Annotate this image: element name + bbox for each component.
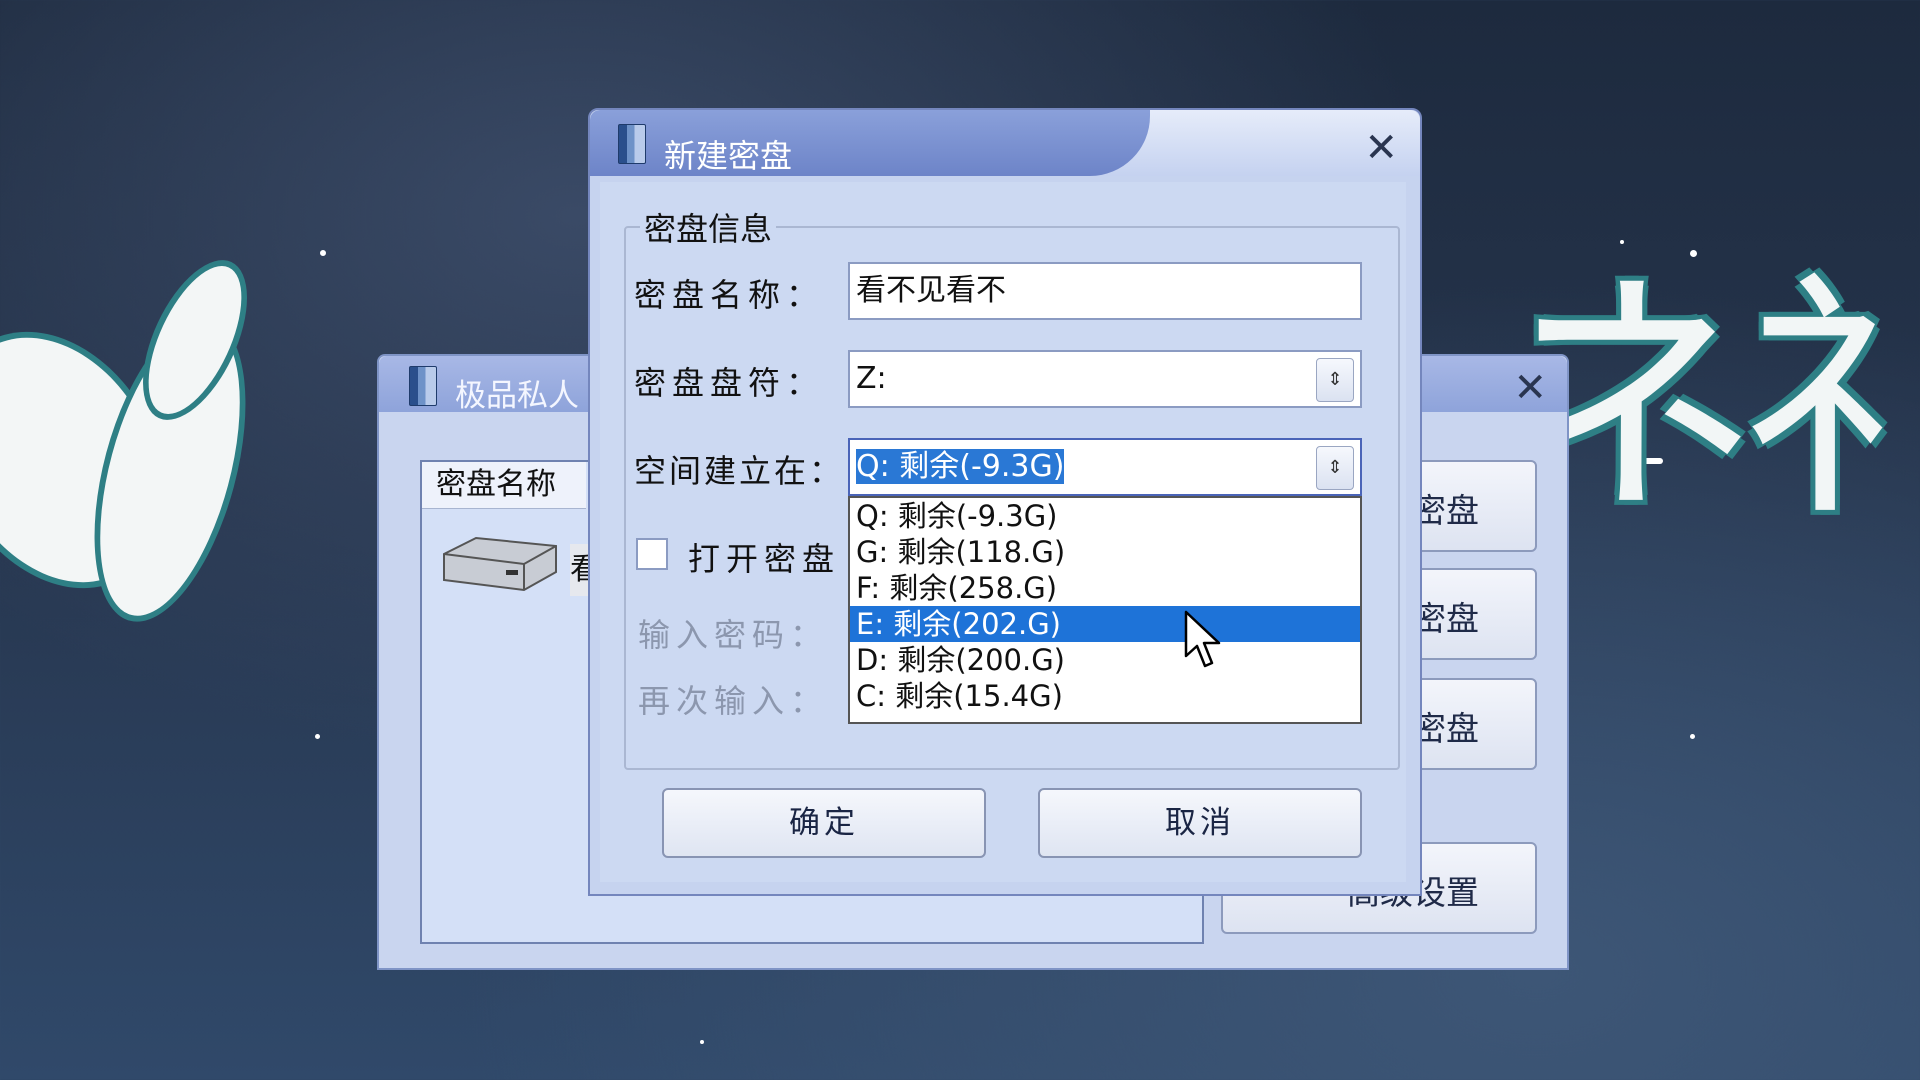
open-disk-label: 打开密盘 <box>688 540 841 578</box>
name-label: 密盘名称： <box>634 276 825 314</box>
star <box>320 250 326 256</box>
dropdown-option[interactable]: G: 剩余(118.G) <box>850 534 1360 570</box>
brand-char: 礻 <box>1740 249 1920 551</box>
dropdown-option[interactable]: C: 剩余(15.4G) <box>850 678 1360 714</box>
disk-name-input[interactable]: 看不见看不 <box>848 262 1362 320</box>
group-label: 密盘信息 <box>640 204 777 250</box>
star <box>1690 734 1695 739</box>
ok-button[interactable]: 确定 <box>662 788 986 858</box>
app-icon <box>409 366 437 406</box>
dialog-title: 新建密盘 <box>664 137 793 175</box>
star <box>315 734 320 739</box>
location-select[interactable]: Q: 剩余(-9.3G) ⇕ <box>848 438 1362 496</box>
open-disk-checkbox[interactable] <box>636 538 668 570</box>
star <box>1620 240 1624 244</box>
dialog-titlebar-tab[interactable]: 新建密盘 <box>590 110 1150 176</box>
mouse-cursor-icon <box>1184 610 1221 668</box>
spin-icon[interactable]: ⇕ <box>1316 358 1354 402</box>
location-dropdown[interactable]: Q: 剩余(-9.3G) G: 剩余(118.G) F: 剩余(258.G) E… <box>848 496 1362 724</box>
close-icon[interactable]: ✕ <box>1513 368 1547 408</box>
brand-logo <box>0 252 320 680</box>
drive-letter-label: 密盘盘符： <box>634 364 825 402</box>
password-label: 输入密码： <box>638 616 829 654</box>
cancel-button[interactable]: 取消 <box>1038 788 1362 858</box>
dialog-body: 密盘信息 密盘名称： 看不见看不 密盘盘符： Z: ⇕ 空间建立在： Q: 剩余… <box>600 182 1406 882</box>
dropdown-option[interactable]: D: 剩余(200.G) <box>850 642 1360 678</box>
main-window-title: 极品私人 <box>455 378 579 414</box>
app-icon <box>618 124 646 164</box>
disk-icon <box>443 536 557 592</box>
drive-letter-select[interactable]: Z: ⇕ <box>848 350 1362 408</box>
list-header-name[interactable]: 密盘名称 <box>422 462 586 509</box>
location-label: 空间建立在： <box>634 452 845 490</box>
dropdown-option[interactable]: F: 剩余(258.G) <box>850 570 1360 606</box>
confirm-password-label: 再次输入： <box>638 682 829 720</box>
dropdown-option[interactable]: Q: 剩余(-9.3G) <box>850 498 1360 534</box>
new-disk-dialog: 新建密盘 ✕ 密盘信息 密盘名称： 看不见看不 密盘盘符： Z: ⇕ 空间建立在… <box>588 108 1422 896</box>
dropdown-option-highlighted[interactable]: E: 剩余(202.G) <box>850 606 1360 642</box>
close-icon[interactable]: ✕ <box>1364 128 1398 168</box>
star <box>700 1040 704 1044</box>
spin-icon[interactable]: ⇕ <box>1316 446 1354 490</box>
